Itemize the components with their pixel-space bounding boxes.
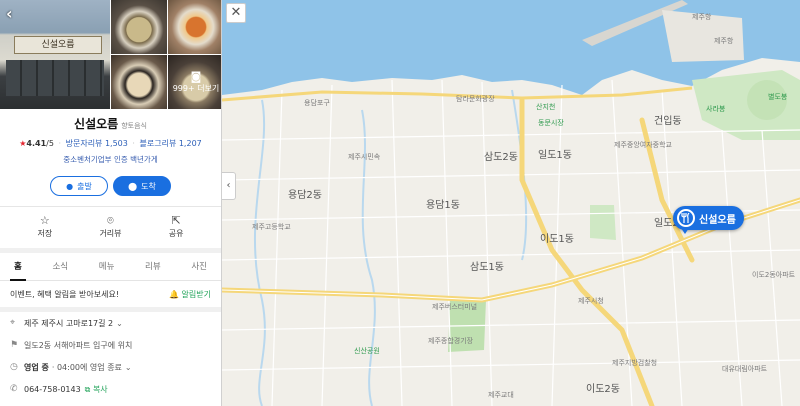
poi-label: 별도봉 xyxy=(768,93,788,101)
bell-icon: 🔔 xyxy=(169,289,179,299)
hours-row[interactable]: ◷ 영업 중 · 04:00에 영업 종료 ⌄ xyxy=(0,356,221,378)
place-name: 신설오름 xyxy=(74,117,119,131)
restaurant-icon xyxy=(677,209,695,227)
more-photos-label: 999+ 더보기 xyxy=(172,84,220,93)
tab-bar: 홈 소식 메뉴 리뷰 사진 xyxy=(0,253,221,281)
poi-label: 제주중앙여자중학교 xyxy=(614,141,672,149)
map-base xyxy=(222,0,800,406)
poi-label: 제주버스터미널 xyxy=(432,303,478,311)
poi-label: 신산공원 xyxy=(354,347,380,355)
star-outline-icon: ☆ xyxy=(39,214,50,227)
poi-label: 용담포구 xyxy=(304,99,330,107)
district-label: 용담2동 xyxy=(288,190,322,201)
close-button[interactable]: ✕ xyxy=(226,3,246,23)
location-icon: ⬤ xyxy=(128,181,138,191)
poi-label: 제주시청 xyxy=(578,297,604,305)
storefront-sign: 신설오름 xyxy=(14,36,102,54)
address-text: 제주 제주시 고마로17길 2 xyxy=(24,318,114,328)
poi-label: 제주시민속 xyxy=(348,153,381,161)
poi-label: 제주종합경기장 xyxy=(428,337,474,345)
food-photo[interactable] xyxy=(111,0,167,54)
poi-label: 제주항 xyxy=(714,37,734,45)
more-photos-tile[interactable]: ◙ 999+ 더보기 xyxy=(168,55,221,109)
map-pin-icon: ⌾ xyxy=(107,214,114,227)
share-button[interactable]: ⇱ 공유 xyxy=(151,214,201,247)
directions-text: 일도2동 서해아파트 입구에 위치 xyxy=(24,340,133,350)
event-banner: 이벤트, 혜택 알림을 받아보세요! 🔔 알림받기 xyxy=(0,281,221,312)
phone-icon: ✆ xyxy=(10,384,18,394)
location-icon: ⌖ xyxy=(10,318,16,328)
rating-row: ★4.41/5 · 방문자리뷰 1,503 · 블로그리뷰 1,207 xyxy=(19,139,202,148)
tab-reviews[interactable]: 리뷰 xyxy=(141,253,165,280)
place-category: 향토음식 xyxy=(121,122,147,130)
district-label: 이도2동 xyxy=(586,384,620,395)
rating-score: 4.41 xyxy=(26,139,47,148)
marker-label: 신설오름 xyxy=(699,214,736,226)
photo-gallery: 신설오름 ◙ 999+ 더보기 ‹ xyxy=(0,0,221,109)
copy-phone-button[interactable]: ⧉ 복사 xyxy=(85,384,108,395)
district-label: 건입동 xyxy=(654,116,682,127)
place-detail-panel: 신설오름 ◙ 999+ 더보기 ‹ 신설오름 향토음식 ★4.41/5 · 방문자… xyxy=(0,0,222,406)
poi-label: 탐라문화광장 xyxy=(456,95,495,103)
tab-news[interactable]: 소식 xyxy=(48,253,72,280)
tab-photos[interactable]: 사진 xyxy=(187,253,211,280)
copy-icon: ⧉ xyxy=(84,384,91,394)
collapse-panel-button[interactable]: ‹ xyxy=(222,172,236,200)
food-photo[interactable] xyxy=(111,55,167,109)
blog-reviews-link[interactable]: 블로그리뷰 1,207 xyxy=(140,139,202,148)
food-photo[interactable] xyxy=(168,0,221,54)
poi-label: 산지천 xyxy=(536,103,556,111)
rating-max: /5 xyxy=(46,139,54,148)
walk-icon: ⚑ xyxy=(10,340,19,350)
hours-status: 영업 중 xyxy=(24,362,49,372)
tab-menu[interactable]: 메뉴 xyxy=(95,253,119,280)
poi-label: 제주교대 xyxy=(488,391,514,399)
back-button[interactable]: ‹ xyxy=(6,4,13,23)
district-label: 삼도2동 xyxy=(484,152,518,163)
phone-row: ✆ 064-758-0143 ⧉ 복사 xyxy=(0,378,221,400)
poi-label: 대유대림아파트 xyxy=(722,365,768,373)
place-marker[interactable]: 신설오름 xyxy=(673,206,744,230)
subscribe-alerts-link[interactable]: 🔔 알림받기 xyxy=(169,289,211,300)
district-label: 삼도1동 xyxy=(470,262,504,273)
directions-row: ⚑ 일도2동 서해아파트 입구에 위치 xyxy=(0,334,221,356)
district-label: 일도1동 xyxy=(538,150,572,161)
clock-icon: ◷ xyxy=(10,362,18,372)
visitor-reviews-link[interactable]: 방문자리뷰 1,503 xyxy=(66,139,128,148)
address-row[interactable]: ⌖ 제주 제주시 고마로17길 2 ⌄ xyxy=(0,312,221,334)
main-photo[interactable]: 신설오름 xyxy=(0,0,110,109)
action-bar: ☆ 저장 ⌾ 거리뷰 ⇱ 공유 xyxy=(0,207,221,247)
depart-button[interactable]: ● 출발 xyxy=(50,176,108,196)
map-view[interactable]: 삼도2동 일도1동 용담2동 용담1동 이도1동 삼도1동 일도2동 이도2동 … xyxy=(222,0,800,406)
chevron-down-icon: ⌄ xyxy=(116,318,123,328)
storefront-window xyxy=(6,60,104,96)
poi-label: 이도2동아파트 xyxy=(752,271,796,279)
district-label: 용담1동 xyxy=(426,200,460,211)
phone-number: 064-758-0143 xyxy=(24,384,81,394)
poi-label: 제주고등학교 xyxy=(252,223,291,231)
poi-label: 제주지방검찰청 xyxy=(612,359,658,367)
street-view-button[interactable]: ⌾ 거리뷰 xyxy=(85,214,135,247)
camera-icon: ◙ xyxy=(190,70,202,83)
district-label: 이도1동 xyxy=(540,234,574,245)
poi-label: 사라봉 xyxy=(706,105,726,113)
chevron-down-icon: ⌄ xyxy=(124,362,132,372)
save-button[interactable]: ☆ 저장 xyxy=(20,214,70,247)
event-text: 이벤트, 혜택 알림을 받아보세요! xyxy=(10,289,120,299)
marker-tail xyxy=(681,228,689,234)
hours-detail: 04:00에 영업 종료 xyxy=(56,362,122,372)
depart-icon: ● xyxy=(66,181,74,191)
certification-badge[interactable]: 중소벤처기업부 인증 백년가게 xyxy=(0,154,221,165)
tab-home[interactable]: 홈 xyxy=(10,253,26,281)
poi-label: 제주항 xyxy=(692,13,712,21)
arrive-button[interactable]: ⬤ 도착 xyxy=(113,176,171,196)
share-icon: ⇱ xyxy=(171,214,181,227)
poi-label: 동문시장 xyxy=(538,119,564,127)
